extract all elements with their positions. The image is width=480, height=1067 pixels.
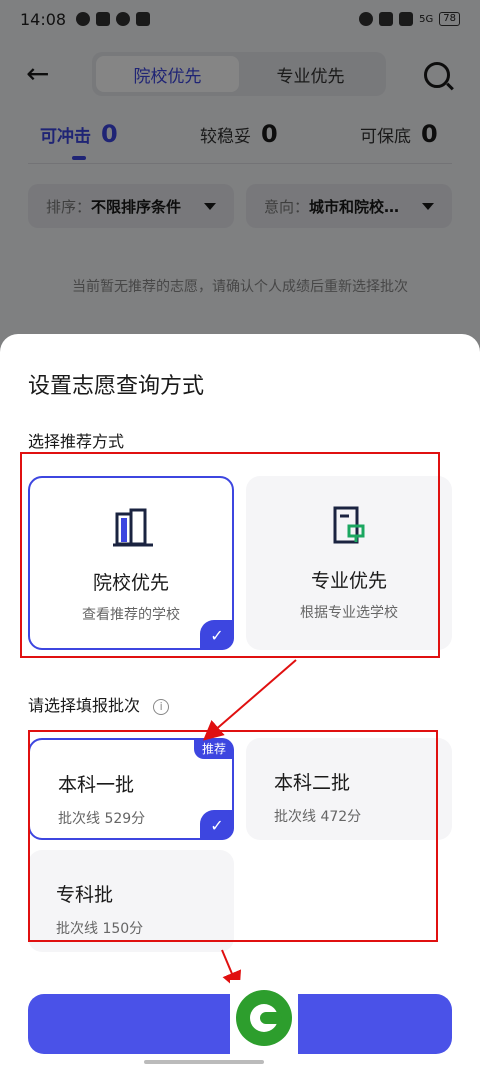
leaf-logo-icon [236,990,292,1046]
annotation-arrows [202,659,297,992]
app-logo [230,980,298,1067]
home-indicator [144,1060,264,1064]
annotation-arrow [202,659,297,741]
